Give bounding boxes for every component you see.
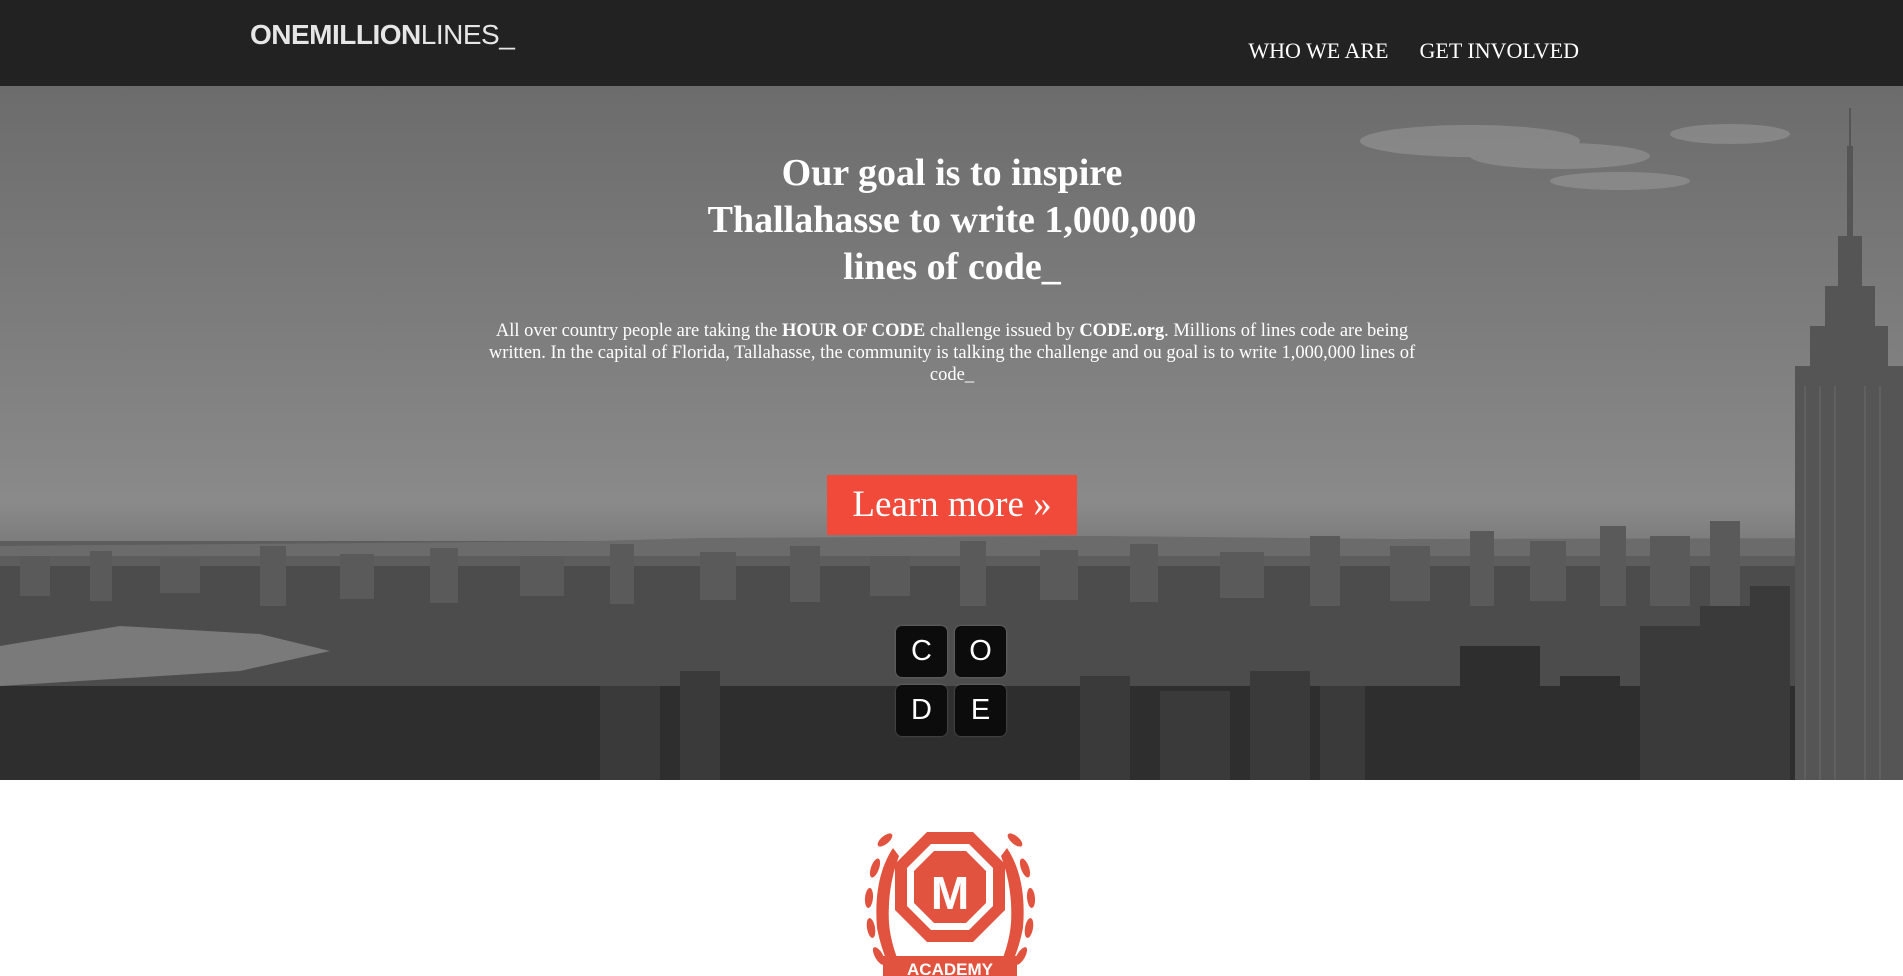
code-logo-tile-c: C (896, 626, 947, 677)
hero-title-line-2: Thallahasse to write 1,000,000 (707, 199, 1197, 241)
nav-link-who-we-are[interactable]: WHO WE ARE (1248, 36, 1388, 66)
hero-title-line-3: lines of code_ (843, 246, 1061, 288)
badge-banner-text: ACADEMY (907, 960, 994, 976)
logo-bold-text: ONEMILLION (250, 19, 421, 50)
hero-title: Our goal is to inspire Thallahasse to wr… (652, 150, 1252, 291)
hour-of-code-text: HOUR OF CODE (781, 321, 926, 341)
learn-more-button[interactable]: Learn more » (827, 475, 1077, 535)
hero-text-part-2: challenge issued by (925, 321, 1080, 341)
hero-title-line-1: Our goal is to inspire (781, 152, 1123, 194)
code-logo-tile-o: O (955, 626, 1006, 677)
navbar: ONEMILLIONLINES_ WHO WE ARE GET INVOLVED (0, 0, 1903, 86)
hero-description: All over country people are taking the H… (480, 320, 1424, 386)
badge-letter: M (931, 867, 969, 919)
site-logo[interactable]: ONEMILLIONLINES_ (250, 18, 515, 52)
academy-badge-logo: M ACADEMY (864, 832, 1036, 976)
nav-link-get-involved[interactable]: GET INVOLVED (1420, 36, 1580, 66)
logo-thin-text: LINES_ (420, 19, 515, 50)
code-logo-tile-d: D (896, 685, 947, 736)
hero-text-part-1: All over country people are taking the (495, 321, 782, 341)
code-org-logo[interactable]: C O D E (896, 626, 1006, 736)
nav-links: WHO WE ARE GET INVOLVED (1248, 36, 1579, 66)
hero-section: Our goal is to inspire Thallahasse to wr… (0, 86, 1903, 780)
code-logo-tile-e: E (955, 685, 1006, 736)
code-org-text: CODE.org (1079, 321, 1165, 341)
